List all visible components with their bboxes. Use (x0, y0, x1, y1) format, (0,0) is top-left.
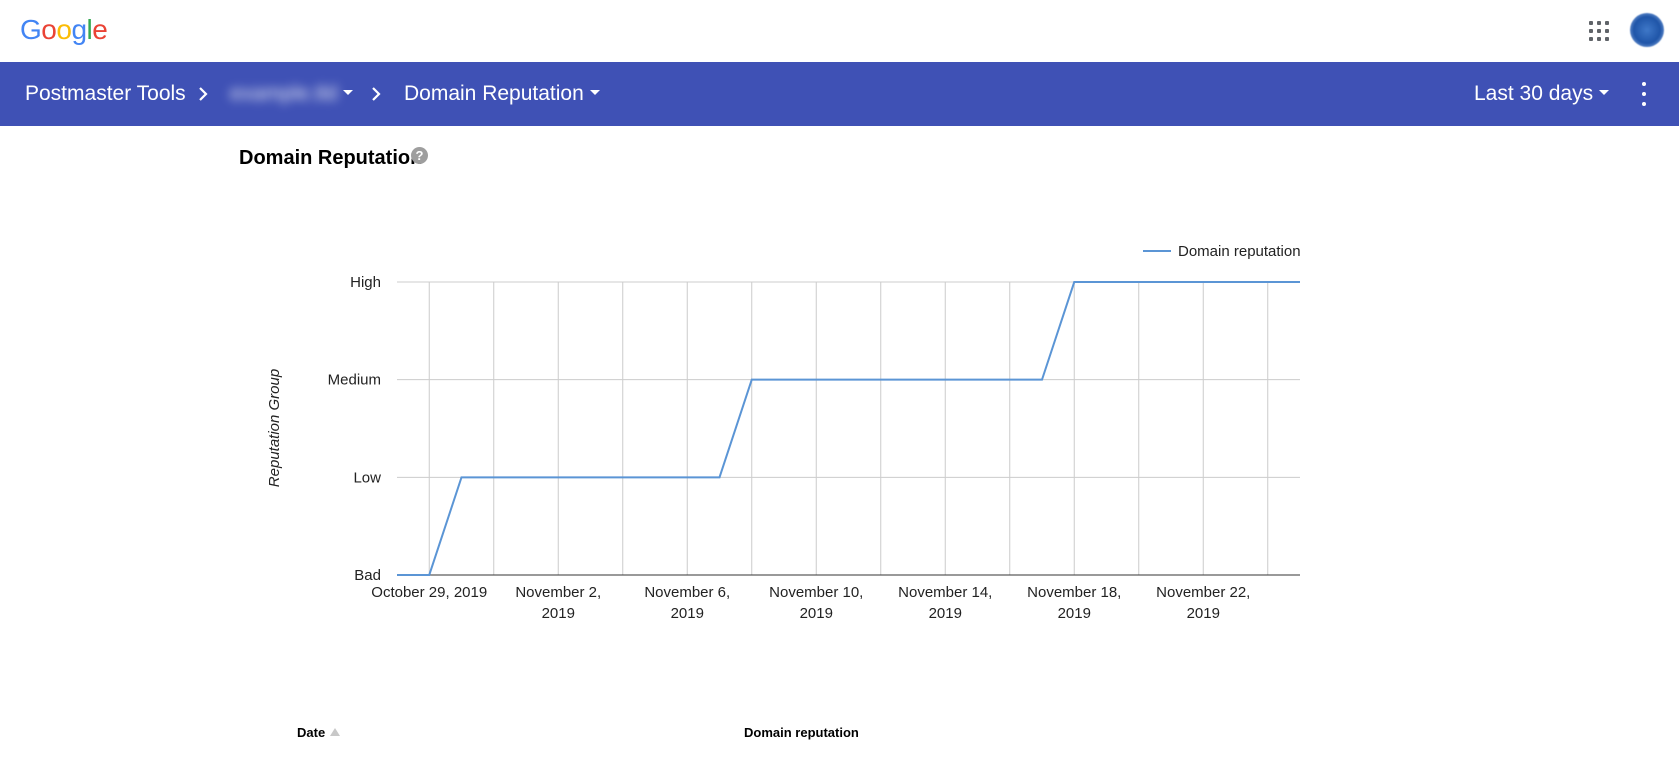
x-tick-label: October 29, 2019 (371, 584, 487, 601)
x-tick-label: November 6, 2019 (644, 584, 730, 622)
y-tick-label: Bad (354, 567, 381, 584)
x-tick-label: November 2, 2019 (515, 584, 601, 622)
caret-down-icon (343, 90, 354, 96)
data-point[interactable] (393, 571, 401, 579)
logo-letter: e (92, 14, 108, 45)
section-label: Domain Reputation (404, 82, 584, 105)
y-tick-label: Medium (328, 372, 381, 389)
data-point[interactable] (748, 376, 756, 384)
account-avatar[interactable] (1630, 13, 1664, 47)
data-point[interactable] (1070, 278, 1078, 286)
caret-down-icon (589, 90, 600, 96)
page-title: Domain Reputation (239, 147, 423, 169)
date-column-header[interactable]: Date (297, 725, 341, 740)
domain-name: example.tld (230, 82, 338, 105)
google-bar: Google (0, 0, 1679, 62)
y-axis-title: Reputation Group (266, 369, 283, 487)
legend-label: Domain reputation (1178, 243, 1301, 260)
data-point[interactable] (458, 473, 466, 481)
sort-ascending-icon[interactable] (330, 728, 341, 736)
help-circle-icon[interactable]: ? (411, 147, 428, 164)
date-range-label: Last 30 days (1474, 82, 1594, 105)
app-bar: Postmaster Tools example.tld Domain Repu… (0, 62, 1679, 126)
reputation-column-label: Domain reputation (744, 725, 859, 740)
x-tick-label: November 14, 2019 (898, 584, 992, 622)
chevron-right-icon (195, 86, 211, 102)
y-tick-label: Low (353, 469, 381, 486)
chevron-right-icon (368, 86, 384, 102)
date-column-label: Date (297, 725, 326, 740)
google-logo[interactable]: Google (20, 14, 108, 46)
x-tick-label: November 10, 2019 (769, 584, 863, 622)
data-point[interactable] (716, 473, 724, 481)
logo-letter: o (41, 14, 57, 45)
app-name-link[interactable]: Postmaster Tools (25, 62, 186, 126)
apps-grid-icon[interactable] (1588, 20, 1610, 42)
date-range-selector[interactable]: Last 30 days (1474, 62, 1610, 126)
data-point[interactable] (1038, 376, 1046, 384)
logo-letter: g (71, 14, 87, 45)
y-tick-label: High (350, 274, 381, 291)
section-selector[interactable]: Domain Reputation (404, 62, 600, 126)
data-point[interactable] (425, 571, 433, 579)
series-line[interactable] (397, 281, 1300, 576)
caret-down-icon (1599, 90, 1610, 96)
logo-letter: G (20, 14, 42, 45)
more-vert-icon[interactable] (1640, 82, 1648, 106)
logo-letter: o (56, 14, 72, 45)
domain-selector[interactable]: example.tld (230, 62, 354, 126)
x-tick-label: November 22, 2019 (1156, 584, 1250, 622)
reputation-column-header[interactable]: Domain reputation (744, 725, 859, 740)
data-point[interactable] (1296, 278, 1304, 286)
x-tick-label: November 18, 2019 (1027, 584, 1121, 622)
